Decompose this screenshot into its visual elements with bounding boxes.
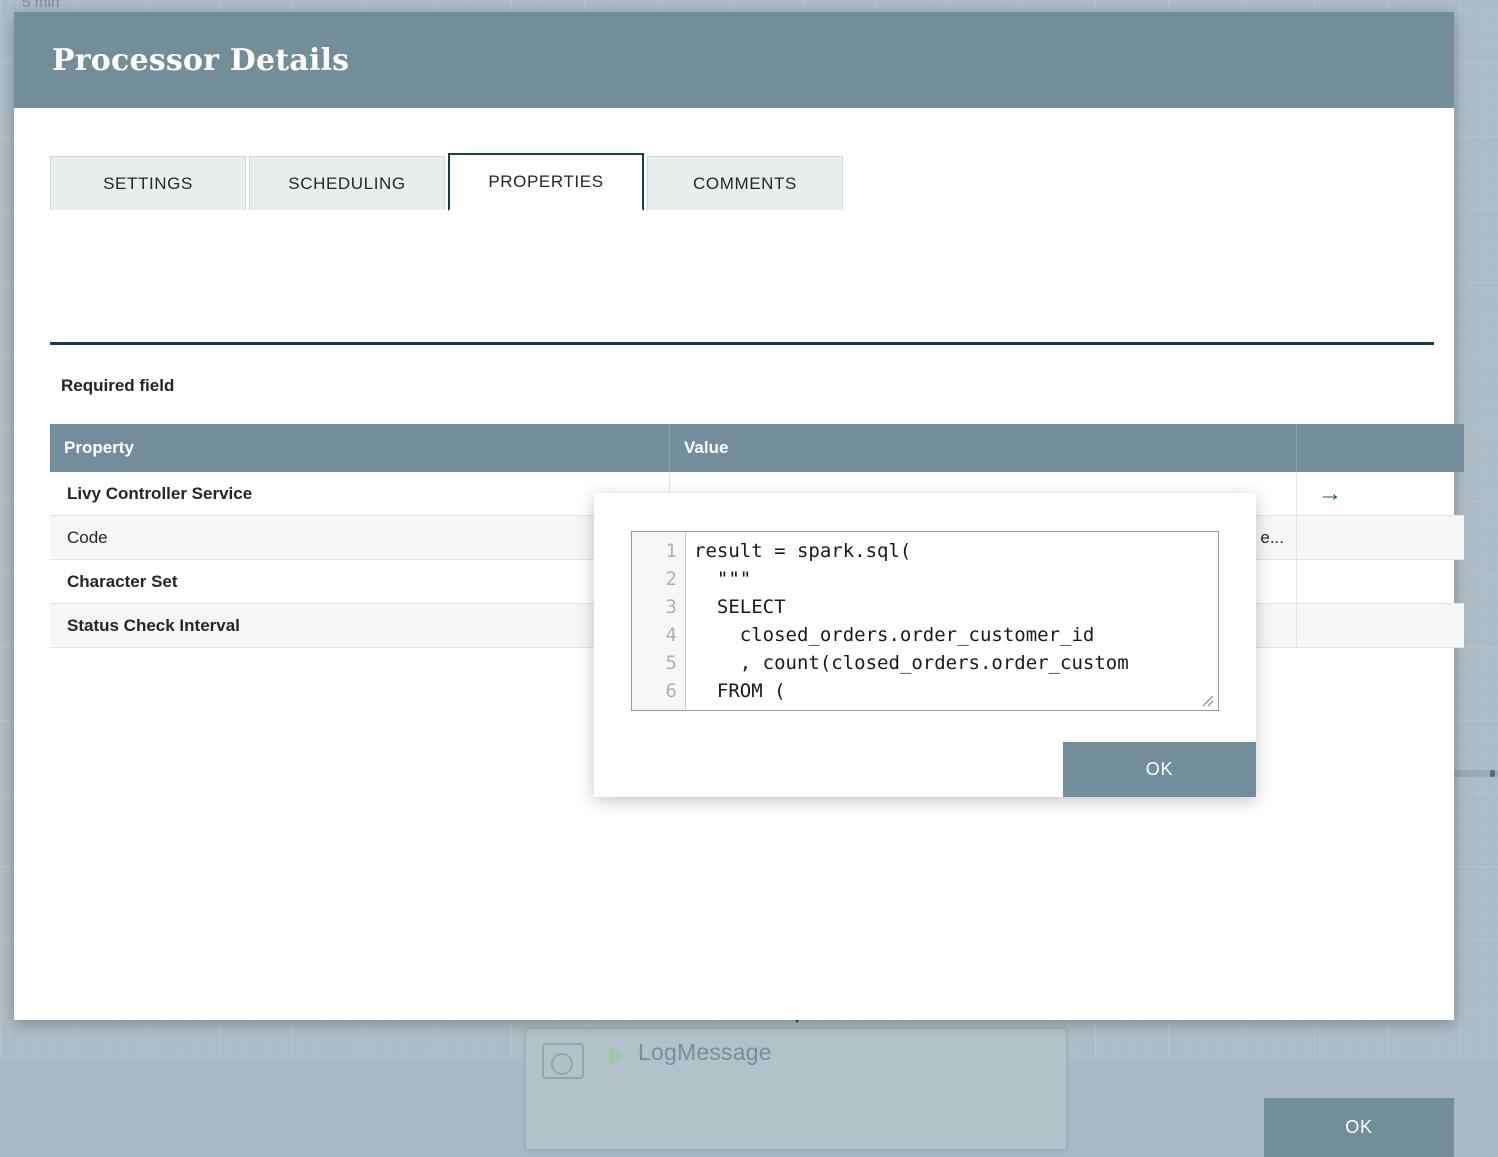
code-line-number-gutter: 1 2 3 4 5 6 7: [632, 532, 686, 710]
required-field-note: Required field: [61, 376, 175, 395]
line-number: 1: [665, 540, 677, 562]
column-header-value[interactable]: Value: [669, 424, 1297, 472]
tab-strip-underline: [50, 342, 1434, 345]
tab-label: COMMENTS: [693, 173, 797, 193]
tab-label: SETTINGS: [103, 173, 193, 193]
dialog-header: Processor Details: [14, 12, 1454, 108]
tab-properties[interactable]: PROPERTIES: [448, 153, 644, 211]
property-name-cell: Status Check Interval: [50, 603, 670, 648]
property-name-cell: Code: [50, 515, 670, 560]
tab-label: PROPERTIES: [488, 172, 604, 191]
line-number: 5: [665, 652, 677, 674]
line-number: 2: [665, 568, 677, 590]
horizontal-scrollbar[interactable]: [1447, 770, 1498, 777]
code-line: SELECT *: [694, 705, 1218, 710]
property-action-cell[interactable]: →: [1296, 472, 1464, 516]
code-editor-ok-button[interactable]: OK: [1063, 742, 1256, 797]
resize-grip-icon[interactable]: [1199, 692, 1215, 708]
processor-details-dialog: Processor Details SETTINGS SCHEDULING PR…: [14, 12, 1464, 1157]
code-editor-popup: 1 2 3 4 5 6 7 result = spark.sql( """ SE…: [594, 493, 1256, 797]
code-line: , count(closed_orders.order_custom: [694, 652, 1129, 674]
dialog-ok-button[interactable]: OK: [1264, 1098, 1454, 1157]
code-line: result = spark.sql(: [694, 540, 912, 562]
canvas-timer-label: 5 min: [22, 0, 60, 11]
tab-settings[interactable]: SETTINGS: [50, 156, 246, 210]
line-number: 7: [632, 705, 685, 710]
line-number: 6: [665, 680, 677, 702]
table-header: Property Value: [50, 424, 1464, 472]
scrollbar-thumb[interactable]: [1490, 770, 1495, 777]
tab-strip: SETTINGS SCHEDULING PROPERTIES COMMENTS: [50, 152, 1454, 211]
property-name-cell: Livy Controller Service: [50, 472, 670, 516]
code-line: FROM (: [694, 680, 786, 702]
column-header-property[interactable]: Property: [50, 424, 670, 472]
code-line: """: [694, 568, 752, 590]
tab-comments[interactable]: COMMENTS: [647, 156, 843, 210]
right-arrow-icon[interactable]: →: [1314, 481, 1342, 506]
column-header-action: [1296, 424, 1464, 472]
code-line: closed_orders.order_customer_id: [694, 624, 1095, 646]
table-header-row: Property Value: [50, 424, 1464, 472]
line-number: 3: [665, 596, 677, 618]
code-editor-textarea[interactable]: 1 2 3 4 5 6 7 result = spark.sql( """ SE…: [631, 531, 1219, 711]
page-title: Processor Details: [52, 42, 350, 78]
dialog-body: SETTINGS SCHEDULING PROPERTIES COMMENTS …: [14, 152, 1464, 1157]
property-action-cell[interactable]: [1296, 515, 1464, 560]
line-number: 4: [665, 624, 677, 646]
tab-scheduling[interactable]: SCHEDULING: [249, 156, 445, 210]
code-line: SELECT: [694, 596, 786, 618]
property-name-cell: Character Set: [50, 559, 670, 604]
property-action-cell[interactable]: [1296, 559, 1464, 604]
property-action-cell[interactable]: [1296, 603, 1464, 648]
code-content[interactable]: result = spark.sql( """ SELECT closed_or…: [686, 532, 1218, 710]
tab-label: SCHEDULING: [288, 173, 406, 193]
